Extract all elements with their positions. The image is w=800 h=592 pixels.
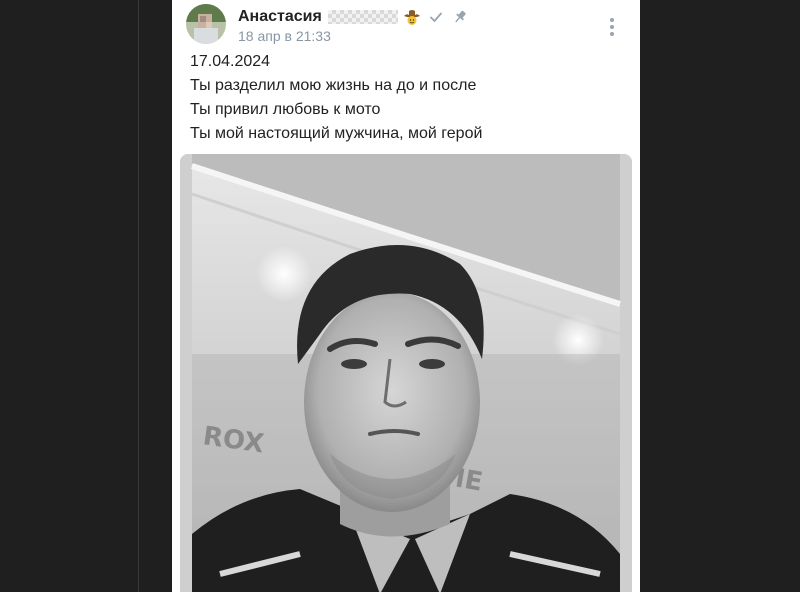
post-text-line: Ты мой настоящий мужчина, мой герой bbox=[190, 125, 483, 142]
post-photo[interactable]: ROX ИЕ bbox=[180, 154, 632, 592]
more-vertical-icon bbox=[610, 18, 614, 36]
redacted-surname bbox=[327, 10, 398, 24]
pin-icon[interactable] bbox=[450, 7, 470, 27]
post-text-line: Ты привил любовь к мото bbox=[190, 101, 381, 118]
cowboy-emoji-icon bbox=[402, 7, 422, 27]
post-text: 17.04.2024 Ты разделил мою жизнь на до и… bbox=[190, 50, 630, 146]
post-header: Анастасия 18 апр в 21:33 bbox=[186, 4, 640, 48]
author-name[interactable]: Анастасия bbox=[238, 8, 322, 26]
checkmark-icon bbox=[426, 7, 446, 27]
avatar[interactable] bbox=[186, 4, 226, 44]
post-text-line: Ты разделил мою жизнь на до и после bbox=[190, 77, 477, 94]
author-row: Анастасия bbox=[238, 6, 470, 28]
post-timestamp[interactable]: 18 апр в 21:33 bbox=[238, 28, 331, 44]
post-card: Анастасия 18 апр в 21:33 17.04.2024 Ты р… bbox=[172, 0, 640, 592]
post-text-line: 17.04.2024 bbox=[190, 53, 271, 70]
window-divider bbox=[138, 0, 139, 592]
more-button[interactable] bbox=[604, 14, 620, 40]
